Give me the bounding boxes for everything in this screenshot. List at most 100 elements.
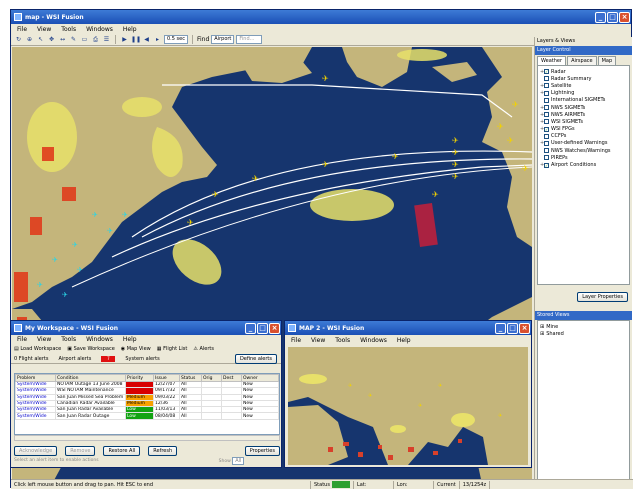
- layer-item[interactable]: + NWS SIGMETs: [538, 104, 629, 111]
- map2-map[interactable]: ✈ ✈ ✈ ✈ ✈: [288, 347, 528, 465]
- layer-checkbox[interactable]: [544, 133, 549, 139]
- menu-view[interactable]: View: [37, 336, 51, 343]
- aircraft-icon[interactable]: ✈: [452, 148, 459, 157]
- aircraft-icon[interactable]: ✈: [322, 74, 329, 83]
- weather-area[interactable]: [122, 97, 162, 117]
- layer-checkbox[interactable]: [544, 83, 549, 89]
- layer-item[interactable]: + ✓ WSI FPGs: [538, 126, 629, 133]
- radar-cell[interactable]: [458, 439, 462, 443]
- minimize-icon[interactable]: _: [595, 11, 606, 23]
- aircraft-icon[interactable]: ✈: [52, 256, 58, 264]
- layer-item[interactable]: CCFPs: [538, 133, 629, 140]
- weather-area[interactable]: [390, 425, 406, 433]
- layer-checkbox[interactable]: [544, 105, 549, 111]
- aircraft-icon[interactable]: ✈: [187, 218, 194, 227]
- aircraft-icon[interactable]: ✈: [368, 393, 372, 399]
- define-alerts-button[interactable]: Define alerts: [234, 353, 277, 364]
- layer-item[interactable]: Radar Summary: [538, 75, 629, 82]
- weather-area[interactable]: [310, 189, 394, 221]
- aircraft-icon[interactable]: ✈: [512, 100, 519, 109]
- layer-item[interactable]: NWS Watches/Warnings: [538, 147, 629, 154]
- column-header[interactable]: Owner: [241, 374, 279, 382]
- layer-checkbox[interactable]: [544, 90, 549, 96]
- save-workspace-button[interactable]: ▣ Save Workspace: [67, 346, 115, 352]
- interval-select[interactable]: 0.5 sec: [164, 35, 188, 44]
- layer-checkbox[interactable]: [544, 155, 549, 161]
- menu-help[interactable]: Help: [123, 336, 137, 343]
- select-area-icon[interactable]: ▭: [80, 35, 89, 44]
- weather-area[interactable]: [451, 413, 475, 427]
- aircraft-icon[interactable]: ✈: [507, 136, 514, 145]
- aircraft-icon[interactable]: ✈: [322, 160, 329, 169]
- tab-airport-alerts[interactable]: Airport alerts: [58, 356, 91, 362]
- column-header[interactable]: Priority: [125, 374, 154, 382]
- aircraft-icon[interactable]: ✈: [438, 383, 442, 389]
- aircraft-icon[interactable]: ✈: [418, 403, 422, 409]
- menu-tools[interactable]: Tools: [61, 336, 76, 343]
- measure-icon[interactable]: ↔: [58, 35, 67, 44]
- remove-button[interactable]: Remove: [65, 446, 96, 456]
- close-icon[interactable]: ×: [619, 11, 630, 23]
- main-title-bar[interactable]: map - WSI Fusion _ □ ×: [11, 10, 631, 24]
- maximize-icon[interactable]: □: [507, 322, 518, 334]
- minimize-icon[interactable]: _: [495, 322, 506, 334]
- layer-item[interactable]: PIREPs: [538, 154, 629, 161]
- menu-tools[interactable]: Tools: [335, 337, 350, 344]
- radar-cell[interactable]: [14, 272, 28, 302]
- layer-checkbox[interactable]: ✓: [544, 162, 549, 168]
- menu-windows[interactable]: Windows: [360, 337, 387, 344]
- menu-file[interactable]: File: [17, 26, 27, 33]
- menu-windows[interactable]: Windows: [86, 336, 113, 343]
- properties-button[interactable]: Properties: [244, 446, 280, 456]
- layer-item[interactable]: + User-defined Warnings: [538, 140, 629, 147]
- column-header[interactable]: Problem: [15, 374, 56, 382]
- refresh-icon[interactable]: ↻: [14, 35, 23, 44]
- draw-icon[interactable]: ✎: [69, 35, 78, 44]
- load-workspace-button[interactable]: ▤ Load Workspace: [14, 346, 61, 352]
- column-header[interactable]: Issue: [153, 374, 180, 382]
- layer-checkbox[interactable]: [544, 148, 549, 154]
- layer-checkbox[interactable]: [544, 119, 549, 125]
- step-forward-icon[interactable]: ▸: [153, 35, 162, 44]
- tab-flight-alerts[interactable]: 0 Flight alerts: [14, 356, 48, 362]
- aircraft-icon[interactable]: ✈: [92, 211, 98, 219]
- aircraft-icon[interactable]: ✈: [122, 211, 128, 219]
- aircraft-icon[interactable]: ✈: [62, 291, 68, 299]
- aircraft-icon[interactable]: ✈: [392, 152, 399, 161]
- stored-view-mine[interactable]: ⊞ Mine: [540, 323, 627, 330]
- aircraft-icon[interactable]: ✈: [452, 160, 459, 169]
- menu-help[interactable]: Help: [123, 26, 137, 33]
- layer-properties-button[interactable]: Layer Properties: [577, 292, 628, 302]
- menu-file[interactable]: File: [291, 337, 301, 344]
- aircraft-icon[interactable]: ✈: [498, 413, 502, 419]
- map2-canvas[interactable]: ✈ ✈ ✈ ✈ ✈: [288, 347, 528, 465]
- aircraft-icon[interactable]: ✈: [72, 241, 78, 249]
- step-back-icon[interactable]: ◀: [142, 35, 151, 44]
- column-header[interactable]: Status: [179, 374, 202, 382]
- tab-map[interactable]: Map: [597, 56, 617, 65]
- show-select[interactable]: All: [232, 457, 245, 465]
- close-icon[interactable]: ×: [519, 322, 530, 334]
- tab-weather[interactable]: Weather: [537, 56, 567, 65]
- pan-icon[interactable]: ✥: [47, 35, 56, 44]
- close-icon[interactable]: ×: [269, 322, 280, 334]
- aircraft-icon[interactable]: ✈: [432, 190, 439, 199]
- radar-cell[interactable]: [62, 187, 76, 201]
- layer-checkbox[interactable]: ✓: [544, 126, 549, 132]
- menu-view[interactable]: View: [311, 337, 325, 344]
- radar-cell[interactable]: [30, 217, 42, 235]
- layer-item[interactable]: + ✓ Radar: [538, 68, 629, 75]
- aircraft-icon[interactable]: ✈: [522, 164, 529, 173]
- layer-checkbox[interactable]: ✓: [544, 69, 549, 75]
- refresh-button[interactable]: Refresh: [148, 446, 178, 456]
- layer-item[interactable]: + Lightning: [538, 90, 629, 97]
- layers-icon[interactable]: ☰: [102, 35, 111, 44]
- maximize-icon[interactable]: □: [257, 322, 268, 334]
- tab-airspace[interactable]: Airspace: [567, 56, 597, 65]
- column-header[interactable]: Orig: [201, 374, 222, 382]
- radar-cell[interactable]: [328, 447, 333, 452]
- radar-cell[interactable]: [42, 147, 54, 161]
- aircraft-icon[interactable]: ✈: [497, 122, 504, 131]
- print-icon[interactable]: ⎙: [91, 35, 100, 44]
- radar-cell[interactable]: [378, 445, 382, 449]
